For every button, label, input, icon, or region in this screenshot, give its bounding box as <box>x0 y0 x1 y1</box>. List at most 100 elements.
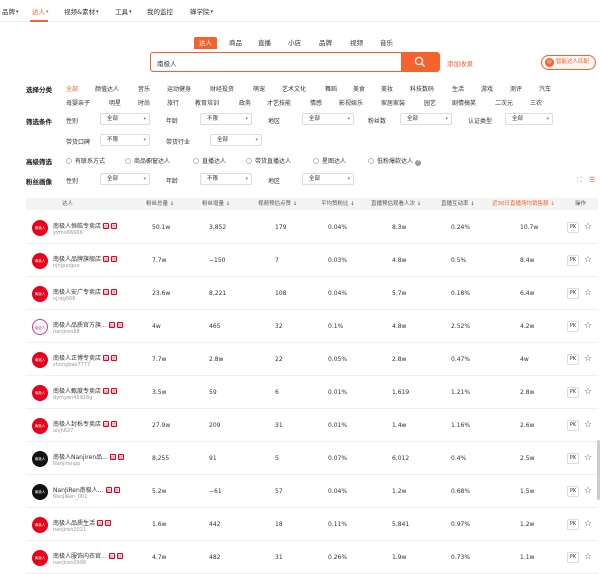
table-row[interactable]: 南极人 南极人Nanjiren品... 店货 Nanjirenpp 8,255 91 5 0.… <box>26 443 598 475</box>
table-row[interactable]: 南极人 南极人品质生活店货 nanjiren2021 1.6w 442 18 0.11% 5,… <box>26 509 598 541</box>
influencer-name[interactable]: 南极人封栎专卖店店货 <box>53 419 118 428</box>
avatar[interactable]: 南极人 <box>32 484 48 500</box>
fans-region-select[interactable]: 全部 ▾ <box>302 173 354 185</box>
category-item[interactable]: 音乐 <box>138 84 150 93</box>
category-item[interactable]: 游戏 <box>481 84 493 93</box>
category-item[interactable]: 三农 <box>530 98 542 107</box>
avatar[interactable]: 南极人 <box>32 451 48 467</box>
nav-brand[interactable]: 品牌▾ <box>2 6 19 16</box>
category-item[interactable]: 时尚 <box>138 98 150 107</box>
category-item[interactable]: 财经投资 <box>210 84 234 93</box>
category-item[interactable]: 旅行 <box>167 98 179 107</box>
pk-button[interactable]: PK <box>567 519 579 530</box>
th-interaction[interactable]: 直播互动率 ↓ <box>441 198 475 210</box>
grid-view-icon[interactable]: ⛶ <box>577 176 582 185</box>
tab-video[interactable]: 视频 <box>345 37 368 49</box>
th-video-likes[interactable]: 视频预估点赞 ↓ <box>258 198 297 210</box>
table-row[interactable]: 南极人 南极人安广专卖店店货 njrag666 23.6w 8,221 108 0.04% 5… <box>26 278 598 310</box>
tab-music[interactable]: 音乐 <box>375 37 398 49</box>
table-row[interactable]: 南极人 南极人恒皓专卖店店货 yymo66666 50.1w 3,852 179 0.04%… <box>26 212 598 244</box>
star-icon[interactable]: ☆ <box>584 552 592 563</box>
add-collection-link[interactable]: 添加收录 <box>447 58 473 68</box>
avatar[interactable]: 南极人 <box>32 319 48 335</box>
avatar[interactable]: 南极人 <box>32 550 48 566</box>
pk-button[interactable]: PK <box>567 387 579 398</box>
star-icon[interactable]: ☆ <box>584 387 592 398</box>
tab-shop[interactable]: 小店 <box>283 37 306 49</box>
tab-live[interactable]: 直播 <box>253 37 276 49</box>
pk-button[interactable]: PK <box>567 354 579 365</box>
checkbox-contact[interactable]: 有联系方式 <box>66 156 105 165</box>
star-icon[interactable]: ☆ <box>584 255 592 266</box>
help-icon[interactable]: ? <box>415 160 422 166</box>
gender-select[interactable]: 全部 ▾ <box>100 113 150 125</box>
smart-match-button[interactable]: ◎ 智能达人匹配 <box>541 55 596 70</box>
tab-goods[interactable]: 商品 <box>224 37 247 49</box>
th-fans-total[interactable]: 粉丝总量 ↓ <box>146 198 174 210</box>
avatar[interactable]: 南极人 <box>32 253 48 269</box>
influencer-name[interactable]: 南极人安广专卖店店货 <box>53 287 118 296</box>
goods-reputation-select[interactable]: 不限 ▾ <box>100 134 150 146</box>
nav-academy[interactable]: 蝉学院▾ <box>190 6 213 16</box>
category-item[interactable]: 汽车 <box>539 84 551 93</box>
influencer-name[interactable]: 南极人品牌旗舰店店货 <box>53 254 118 263</box>
th-sales[interactable]: 近30日直播场均销售额 ↓ <box>492 198 555 210</box>
table-row[interactable]: 南极人 南极人品牌旗舰店店货 njnguoguo 7.7w −150 7 0.03% 4.8w… <box>26 245 598 277</box>
category-item[interactable]: 萌宠 <box>253 84 265 93</box>
category-item[interactable]: 舞蹈 <box>325 84 337 93</box>
search-button[interactable] <box>401 53 439 71</box>
avatar[interactable]: 南极人 <box>32 220 48 236</box>
influencer-name[interactable]: 南极人Nanjiren品... 店货 <box>53 452 124 461</box>
star-icon[interactable]: ☆ <box>584 486 592 497</box>
star-icon[interactable]: ☆ <box>584 222 592 233</box>
influencer-name[interactable]: 南极人恒皓专卖店店货 <box>53 221 118 230</box>
table-row[interactable]: 南极人 NanJiRen南极人... 店货 NanJiRen_001 5.2w −61 57… <box>26 476 598 508</box>
category-item[interactable]: 家居家装 <box>381 98 405 107</box>
influencer-name[interactable]: 南极人甄度专卖店店货 <box>53 386 118 395</box>
category-item[interactable]: 才艺技能 <box>267 98 291 107</box>
avatar[interactable]: 南极人 <box>32 385 48 401</box>
th-like-ratio[interactable]: 平均赞粉比 ↓ <box>321 198 355 210</box>
category-item[interactable]: 园艺 <box>424 98 436 107</box>
category-item[interactable]: 测评 <box>510 84 522 93</box>
nav-my-monitor[interactable]: 我的监控 <box>147 6 173 16</box>
table-row[interactable]: 南极人 南极人封栎专卖店店货 anjh627 27.9w 209 31 0.01% 1.4w 1… <box>26 410 598 442</box>
influencer-name[interactable]: NanJiRen南极人... 店货 <box>53 485 120 494</box>
category-item[interactable]: 颜值达人 <box>95 84 119 93</box>
category-item[interactable]: 明星 <box>109 98 121 107</box>
star-icon[interactable]: ☆ <box>584 453 592 464</box>
th-fans-inc[interactable]: 粉丝增量 ↓ <box>202 198 230 210</box>
fans-gender-select[interactable]: 全部 ▾ <box>100 173 150 185</box>
category-item[interactable]: 母婴亲子 <box>66 98 90 107</box>
category-item[interactable]: 政务 <box>239 98 251 107</box>
table-row[interactable]: 南极人 南极人正博专卖店店货 zhongbao7777 7.7w 2.8w 22 0.05%… <box>26 344 598 376</box>
checkbox-showcase[interactable]: 商品橱窗达人 <box>125 156 170 165</box>
category-item[interactable]: 运动健身 <box>167 84 191 93</box>
influencer-name[interactable]: 南极人服饰内衣官... 店货 <box>53 551 123 560</box>
nav-video-material[interactable]: 视频&素材▾ <box>64 6 99 16</box>
star-icon[interactable]: ☆ <box>584 519 592 530</box>
category-item[interactable]: 影视娱乐 <box>339 98 363 107</box>
tab-influencer[interactable]: 达人 <box>194 37 217 49</box>
category-item[interactable]: 教育培训 <box>195 98 219 107</box>
checkbox-xingtu[interactable]: 星图达人 <box>313 156 346 165</box>
category-item[interactable]: 全部 <box>66 84 78 93</box>
list-view-icon[interactable]: ☰ <box>589 176 595 184</box>
star-icon[interactable]: ☆ <box>584 354 592 365</box>
avatar[interactable]: 南极人 <box>32 418 48 434</box>
nav-influencer[interactable]: 达人▾ <box>32 6 49 16</box>
avatar[interactable]: 南极人 <box>32 517 48 533</box>
avatar[interactable]: 南极人 <box>32 352 48 368</box>
influencer-name[interactable]: 南极人正博专卖店店货 <box>53 353 118 362</box>
category-item[interactable]: 美食 <box>353 84 365 93</box>
fans-age-select[interactable]: 不限 ▾ <box>200 173 252 185</box>
cert-type-select[interactable]: 全部 ▾ <box>505 113 553 125</box>
category-item[interactable]: 美妆 <box>381 84 393 93</box>
avatar[interactable]: 南极人 <box>32 286 48 302</box>
influencer-name[interactable]: 南极人品质生活店货 <box>53 518 112 527</box>
checkbox-low-fans-hit[interactable]: 低粉爆款达人? <box>368 156 422 166</box>
star-icon[interactable]: ☆ <box>584 321 592 332</box>
checkbox-live[interactable]: 直播达人 <box>193 156 226 165</box>
pk-button[interactable]: PK <box>567 552 579 563</box>
table-row[interactable]: 南极人 南极人甄度专卖店店货 dymyen45918g 3.5w 59 6 0.01% 1,6… <box>26 377 598 409</box>
